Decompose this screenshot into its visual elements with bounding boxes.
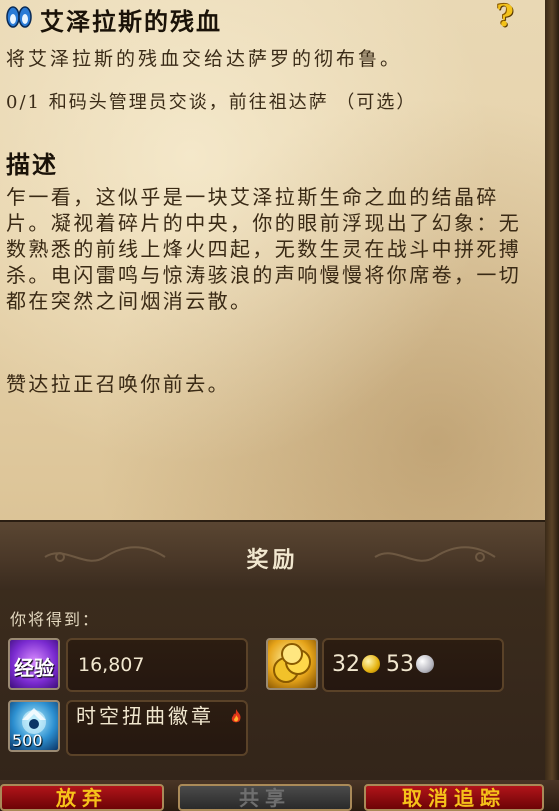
question-mark-icon[interactable]: ? [490, 0, 520, 34]
experience-icon[interactable]: 经验 [8, 638, 60, 690]
silver-coin-icon [416, 655, 434, 673]
flourish-icon [374, 546, 496, 562]
quest-objective: 0/1 和码头管理员交谈，前往祖达萨 （可选） [6, 92, 417, 113]
description-paragraph-2: 赞达拉正召唤你前去。 [6, 372, 230, 396]
quest-footprints-icon [6, 6, 32, 28]
quest-parchment: 艾泽拉斯的残血 ? 将艾泽拉斯的残血交给达萨罗的彻布鲁。 0/1 和码头管理员交… [0, 0, 547, 520]
token-reward[interactable]: 时空扭曲徽章 [66, 700, 248, 756]
experience-icon-label: 经验 [14, 656, 54, 680]
flame-icon [231, 709, 241, 723]
untrack-button[interactable]: 取消追踪 [364, 784, 544, 811]
scrollbar[interactable] [545, 0, 559, 811]
description-text: 乍一看，这似乎是一块艾泽拉斯生命之血的结晶碎片。凝视着碎片的中央，你的眼前浮现出… [6, 184, 531, 314]
quest-summary: 将艾泽拉斯的残血交给达萨罗的彻布鲁。 [6, 48, 403, 70]
rewards-banner: 奖励 [0, 520, 545, 592]
token-count: 500 [12, 731, 43, 750]
silver-amount: 53 [386, 652, 414, 677]
quest-title: 艾泽拉斯的残血 [40, 7, 222, 36]
quest-frame: 艾泽拉斯的残血 ? 将艾泽拉斯的残血交给达萨罗的彻布鲁。 0/1 和码头管理员交… [0, 0, 559, 811]
money-amount: 32 53 [332, 652, 440, 677]
quest-header: 艾泽拉斯的残血 ? [0, 0, 545, 36]
experience-value: 16,807 [78, 654, 145, 676]
gold-coins-icon[interactable] [266, 638, 318, 690]
money-reward[interactable]: 32 53 [322, 638, 504, 692]
share-button[interactable]: 共享 [178, 784, 352, 811]
timewarped-badge-icon[interactable]: 500 [8, 700, 60, 752]
gold-coins-graphic [273, 643, 311, 683]
you-will-receive-label: 你将得到： [10, 610, 101, 629]
token-name: 时空扭曲徽章 [76, 704, 214, 728]
rewards-panel: 你将得到： 经验 16,807 32 53 500 时空扭曲徽章 [0, 590, 545, 780]
gold-coin-icon [362, 655, 380, 673]
description-heading: 描述 [6, 150, 58, 179]
gold-amount: 32 [332, 652, 360, 677]
experience-reward[interactable]: 16,807 [66, 638, 248, 692]
description-paragraph: 乍一看，这似乎是一块艾泽拉斯生命之血的结晶碎片。凝视着碎片的中央，你的眼前浮现出… [6, 185, 522, 313]
abandon-button[interactable]: 放弃 [0, 784, 164, 811]
